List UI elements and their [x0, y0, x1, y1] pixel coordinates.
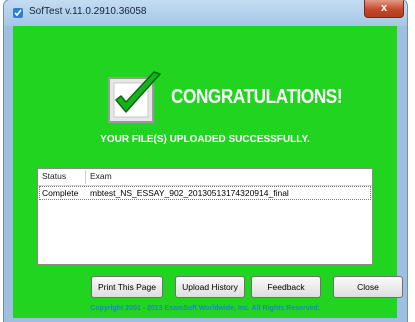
copyright-notice: Copyright 2001 - 2013 ExamSoft Worldwide… — [90, 305, 320, 312]
upload-results-table: Status Exam Complete mbtest_NS_ESSAY_902… — [37, 168, 373, 265]
column-separator — [85, 170, 86, 184]
feedback-button[interactable]: Feedback — [251, 276, 321, 298]
softest-window: SofTest v.11.0.2910.36058 x CONGRATULATI… — [4, 0, 407, 322]
table-row[interactable]: Complete mbtest_NS_ESSAY_902_20130513174… — [39, 186, 371, 200]
row-status: Complete — [42, 188, 79, 198]
window-close-button[interactable]: x — [364, 0, 404, 18]
print-page-button[interactable]: Print This Page — [91, 276, 163, 298]
congratulations-heading: CONGRATULATIONS! — [171, 86, 343, 108]
column-header-exam[interactable]: Exam — [90, 171, 112, 181]
title-bar[interactable]: SofTest v.11.0.2910.36058 x — [4, 0, 407, 26]
upload-success-message: YOUR FILE(S) UPLOADED SUCCESSFULLY. — [100, 134, 310, 145]
checkmark-logo-icon — [108, 71, 161, 123]
row-exam-file: mbtest_NS_ESSAY_902_20130513174320914_fi… — [90, 188, 289, 198]
upload-history-button[interactable]: Upload History — [175, 276, 245, 298]
window-title: SofTest v.11.0.2910.36058 — [29, 6, 147, 17]
close-button[interactable]: Close — [333, 276, 403, 298]
app-icon — [13, 8, 23, 18]
upload-success-panel: CONGRATULATIONS! YOUR FILE(S) UPLOADED S… — [13, 26, 403, 318]
table-header: Status Exam — [38, 169, 372, 186]
column-header-status[interactable]: Status — [42, 171, 66, 181]
